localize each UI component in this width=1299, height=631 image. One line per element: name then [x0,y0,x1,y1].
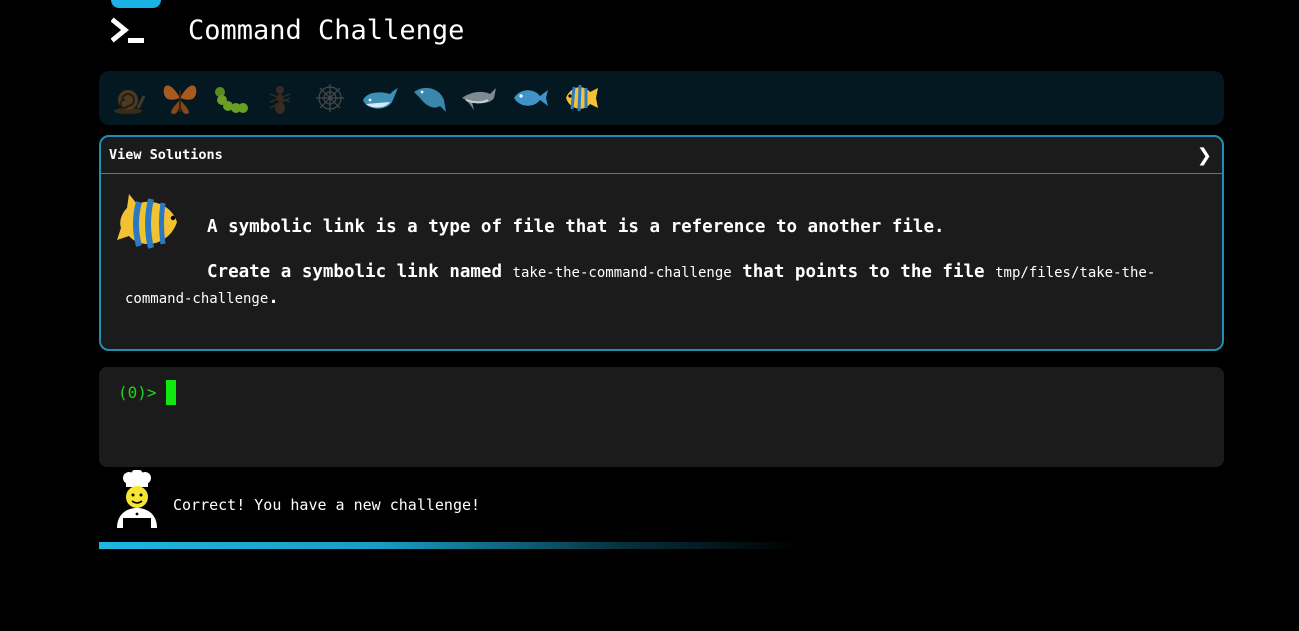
app-title: Command Challenge [188,15,465,46]
dolphin-icon[interactable] [457,75,503,121]
fish-icon[interactable] [507,75,553,121]
level-bar [99,71,1224,125]
whale-2-icon[interactable] [407,75,453,121]
challenge-panel: View Solutions ❯ A symbolic link is a ty… [99,135,1224,351]
tropical-fish-icon[interactable] [557,75,603,121]
tropical-fish-icon [117,194,177,249]
caterpillar-icon[interactable] [207,75,253,121]
logo-badge [111,0,161,8]
challenge-intro: A symbolic link is a type of file that i… [207,217,945,237]
task-prefix: Create a symbolic link named [207,262,513,282]
terminal-cursor[interactable] [166,380,176,405]
butterfly-icon[interactable] [157,75,203,121]
view-solutions-toggle[interactable]: View Solutions ❯ [101,137,1222,174]
progress-line [99,542,799,549]
snail-icon[interactable] [107,75,153,121]
task-middle: that points to the file [731,262,996,282]
task-link-name: take-the-command-challenge [512,265,732,281]
chevron-right-icon[interactable]: ❯ [1197,145,1212,166]
ant-icon[interactable] [257,75,303,121]
task-suffix: . [268,288,279,308]
view-solutions-label[interactable]: View Solutions [109,147,223,163]
app-header: Command Challenge [99,0,1224,64]
whale-icon[interactable] [357,75,403,121]
feedback-area: Correct! You have a new challenge! [99,470,799,530]
terminal-prompt-icon[interactable] [111,14,147,50]
challenge-body: A symbolic link is a type of file that i… [101,174,1222,349]
terminal[interactable]: (0)> [99,367,1224,467]
spider-web-icon[interactable] [307,75,353,121]
challenge-task: Create a symbolic link named take-the-co… [125,260,1195,312]
feedback-message: Correct! You have a new challenge! [173,496,481,514]
terminal-prompt: (0)> [118,383,157,402]
chef-icon [117,470,157,528]
